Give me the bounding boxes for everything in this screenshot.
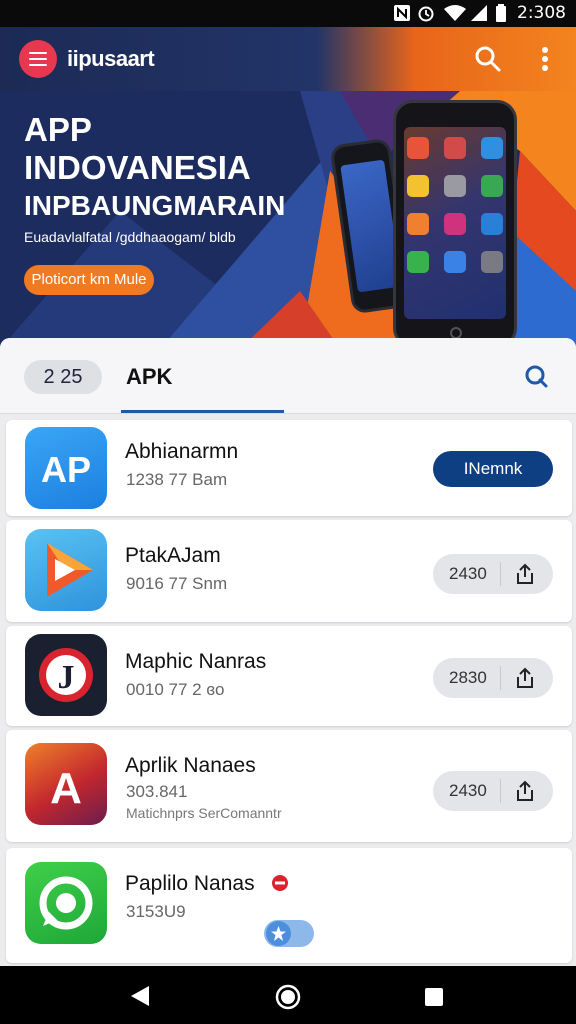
app-meta: 1238 77 Bam — [126, 470, 228, 489]
app-icon-a: A — [25, 743, 107, 825]
app-name: Aprlik Nanaes — [125, 754, 256, 777]
tab-indicator — [121, 410, 284, 413]
app-name: Maphic Nanras — [125, 650, 267, 673]
notification-icon — [394, 5, 410, 21]
app-title: iipusaart — [67, 46, 155, 71]
share-icon[interactable] — [513, 779, 537, 803]
app-name: Abhianarmn — [125, 440, 239, 463]
banner-title-line2: INDOVANESIA — [24, 149, 251, 186]
menu-icon — [29, 52, 47, 54]
star-icon — [271, 926, 286, 941]
app-description: Matichnprs SerComanntr — [126, 805, 282, 821]
recents-icon[interactable] — [424, 987, 444, 1007]
share-icon[interactable] — [513, 562, 537, 586]
app-meta: 9016 77 Snm — [126, 574, 228, 593]
list-item[interactable]: AP Abhianarmn 1238 77 Bam INemnk — [6, 420, 572, 516]
list-item[interactable]: A Aprlik Nanaes 303.841 Matichnprs SerCo… — [6, 730, 572, 842]
download-control[interactable]: 2430 — [433, 554, 553, 594]
install-button[interactable]: INemnk — [433, 451, 553, 487]
battery-icon — [496, 4, 506, 22]
svg-text:A: A — [50, 764, 82, 813]
app-icon-ap: AP — [25, 427, 107, 509]
app-name: PtakAJam — [125, 544, 221, 567]
share-icon[interactable] — [513, 666, 537, 690]
app-meta: 3153U9 — [126, 902, 186, 921]
banner-cta-button[interactable]: Ploticort km Mule — [24, 265, 154, 295]
more-vert-icon[interactable] — [529, 43, 561, 75]
tab-bar: 2 25 APK — [0, 338, 576, 414]
app-name: Paplilo Nanas — [125, 872, 255, 895]
app-icon-play — [25, 529, 107, 611]
badge-icon — [272, 875, 288, 891]
status-bar: 2:308 — [0, 0, 576, 27]
menu-button[interactable] — [19, 40, 57, 78]
banner-title-line1: APP — [24, 111, 92, 148]
count-pill[interactable]: 2 25 — [24, 360, 102, 394]
list-item[interactable]: PtakAJam 9016 77 Snm 2430 — [6, 520, 572, 622]
app-bar: iipusaart — [0, 27, 576, 91]
app-meta: 303.841 — [126, 782, 188, 801]
download-count: 2430 — [449, 781, 487, 800]
search-icon[interactable] — [472, 43, 504, 75]
alarm-icon — [418, 6, 434, 22]
banner-title-line3: INPBAUNGMARAIN — [24, 190, 286, 221]
download-count: 2830 — [449, 668, 487, 687]
list-item[interactable]: J Maphic Nanras 0010 77 2 ɞo 2830 — [6, 626, 572, 726]
tab-apk[interactable]: APK — [126, 364, 172, 390]
app-icon-music: J — [25, 634, 107, 716]
status-time: 2:308 — [517, 3, 566, 23]
promo-banner[interactable]: APP INDOVANESIA INPBAUNGMARAIN Euadavlal… — [0, 91, 576, 349]
svg-text:AP: AP — [41, 449, 91, 490]
svg-text:J: J — [58, 659, 75, 696]
refresh-search-icon[interactable] — [522, 362, 550, 390]
phone-illustration — [393, 100, 517, 348]
app-icon-chat — [25, 862, 107, 944]
download-control[interactable]: 2830 — [433, 658, 553, 698]
home-icon[interactable] — [275, 984, 301, 1010]
signal-icon — [471, 5, 487, 21]
back-icon[interactable] — [129, 985, 151, 1007]
download-control[interactable]: 2430 — [433, 771, 553, 811]
banner-subtitle: Euadavlalfatal /gddhaaogam/ bldb — [24, 229, 236, 245]
app-meta: 0010 77 2 ɞo — [126, 680, 225, 699]
wifi-icon — [444, 5, 466, 21]
floating-action-button[interactable] — [264, 920, 314, 947]
download-count: 2430 — [449, 564, 487, 583]
system-nav-bar — [0, 966, 576, 1024]
